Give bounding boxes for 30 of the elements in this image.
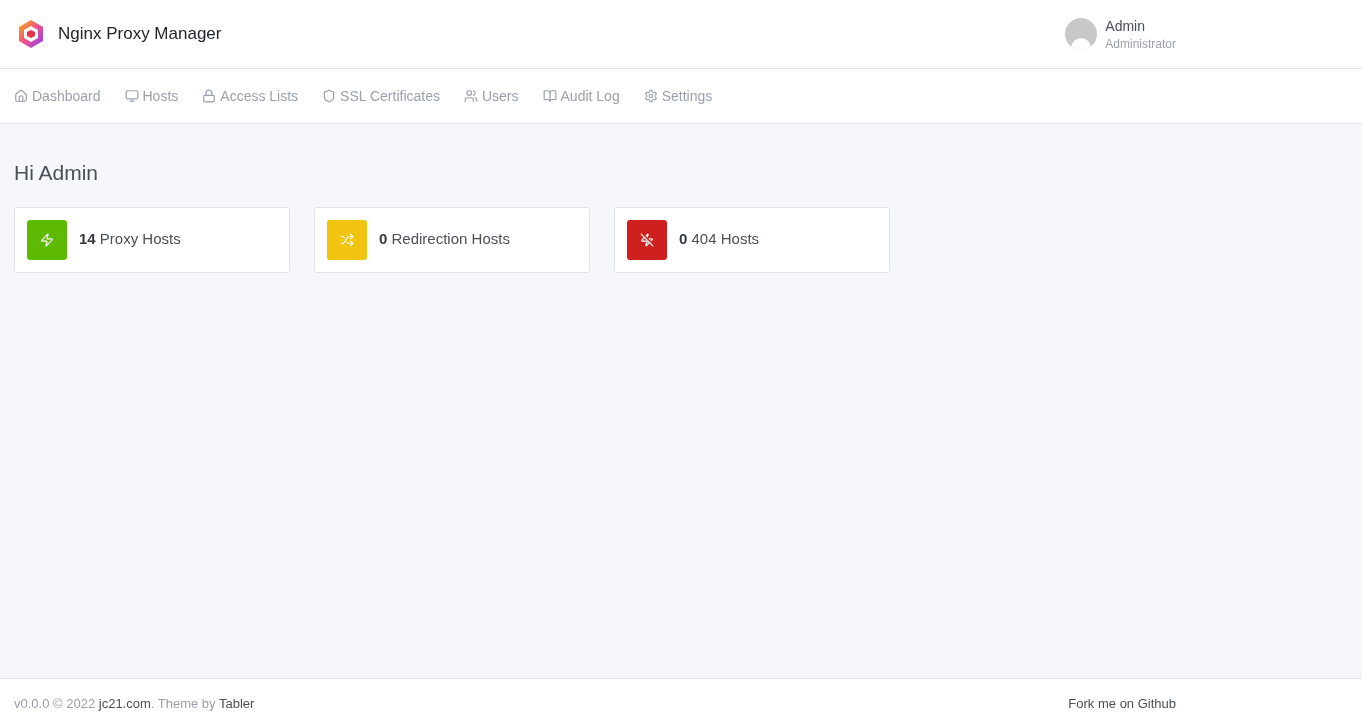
hexagon-logo-icon [16,19,46,49]
book-icon [542,89,557,103]
nav-link[interactable]: SSL Certificates [322,86,440,106]
lock-icon [202,89,217,103]
user-name: Admin [1105,17,1146,36]
nav-link[interactable]: Hosts [124,86,179,106]
app-title: Nginx Proxy Manager [58,23,222,46]
monitor-icon [124,89,139,103]
stat-text: 14 Proxy Hosts [79,229,181,250]
footer-text: v0.0.0 © 2022 jc21.com. Theme by Tabler [14,694,255,713]
stat-text: 0 404 Hosts [679,229,760,250]
nav-link[interactable]: Access Lists [202,86,299,106]
nav-link[interactable]: Settings [643,86,713,106]
user-role: Administrator [1105,36,1176,52]
avatar-icon[interactable] [1065,18,1098,50]
stat-text: 0 Redirection Hosts [379,229,510,250]
lightning-off-icon [640,232,654,247]
github-link[interactable]: Fork me on Github [1068,693,1176,714]
site-link[interactable]: jc21.com [98,695,151,711]
nav-link[interactable]: Dashboard [14,86,101,106]
shield-icon [322,89,337,103]
lightning-icon [40,232,54,247]
home-icon [14,89,28,103]
nav-link[interactable]: Audit Log [542,86,620,106]
shuffle-icon [340,232,354,247]
page-heading: Hi Admin [14,160,100,186]
nav-link[interactable]: Users [463,86,519,106]
users-icon [463,89,478,103]
theme-link[interactable]: Tabler [219,695,255,711]
settings-icon [643,89,658,103]
